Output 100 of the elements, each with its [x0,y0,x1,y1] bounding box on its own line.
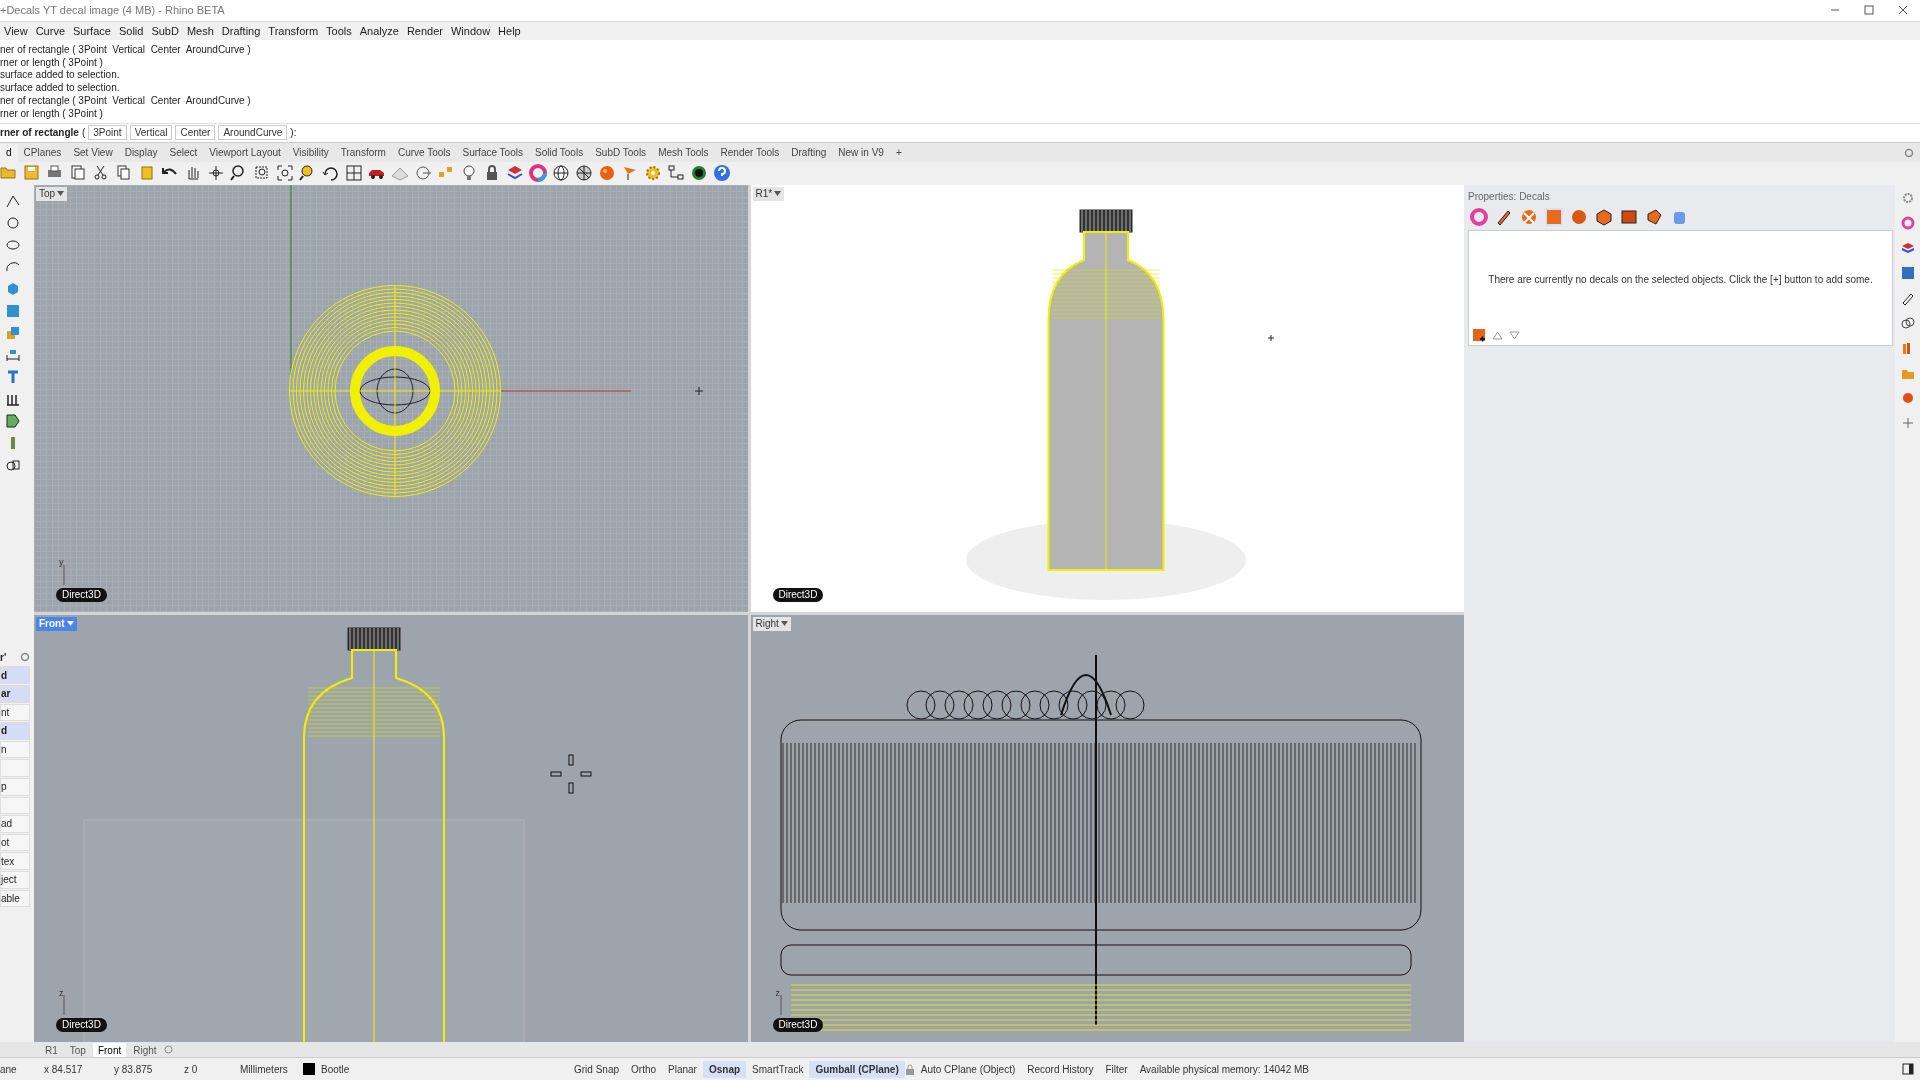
dropdown-arrow-icon[interactable] [57,191,65,196]
hierarchy-icon[interactable] [667,164,685,183]
maximize-icon[interactable] [1864,5,1874,16]
toolbar-tab[interactable]: Mesh Tools [652,143,715,162]
panel-button[interactable]: d [0,666,30,684]
menu-item[interactable]: Curve [31,22,69,40]
toolbar-tab[interactable]: d [0,143,18,162]
help-icon[interactable] [713,164,731,183]
status-toggle[interactable]: Ortho [625,1060,663,1078]
toolbar-tab[interactable]: Set View [67,143,119,162]
viewport-grid-icon[interactable] [345,164,363,183]
toolbar-tab[interactable]: Viewport Layout [203,143,287,162]
panel-toggle-icon[interactable] [1902,1063,1914,1076]
menu-item[interactable]: Transform [264,22,323,40]
render-icon[interactable] [1900,390,1915,405]
viewport-label[interactable]: Top [36,186,68,201]
shapes-icon[interactable] [1900,315,1915,330]
copy-icon[interactable] [115,164,133,183]
checker-icon[interactable] [1520,207,1538,226]
menu-item[interactable]: Help [494,22,525,40]
status-toggle[interactable]: Planar [662,1060,703,1078]
viewport[interactable]: Front z Direct3D [34,614,748,1043]
viewport[interactable]: R1* Direct3D [750,184,1464,612]
color-wheel-icon[interactable] [529,164,547,183]
move-down-icon[interactable] [1509,330,1520,340]
panel-button[interactable]: ar [0,685,30,703]
dropdown-arrow-icon[interactable] [774,191,782,196]
save-icon[interactable] [23,164,41,183]
viewport-tab[interactable]: Right [128,1042,162,1057]
rotate-view-icon[interactable] [322,164,340,183]
panel-button[interactable]: ot [0,833,30,852]
viewport-tab[interactable]: R1 [40,1042,63,1057]
toolbar-tab[interactable]: Solid Tools [528,143,590,162]
color-wheel-icon[interactable] [1900,215,1915,230]
panel-button[interactable]: n [0,740,30,759]
sphere-wire-icon[interactable] [552,164,570,183]
menu-item[interactable]: Mesh [182,22,218,40]
viewport-tab[interactable]: Top [64,1042,91,1057]
panel-button[interactable]: d [0,722,30,740]
dropdown-arrow-icon[interactable] [780,621,788,627]
add-decal-icon[interactable] [1473,328,1486,342]
move-arrows-icon[interactable] [207,164,225,183]
render-sphere-icon[interactable] [598,164,616,183]
light-bulb-icon[interactable] [460,164,478,183]
menu-item[interactable]: Render [402,22,447,40]
scissors-icon[interactable] [92,164,110,183]
cube-icon[interactable] [1595,207,1613,226]
box-icon[interactable] [5,280,21,297]
settings-icon[interactable] [1904,147,1914,158]
surface-icon[interactable] [5,302,21,319]
target-icon[interactable] [414,164,432,183]
panel-button[interactable]: ad [0,815,30,833]
panel-button[interactable]: able [0,889,30,908]
panel-button[interactable]: p [0,777,30,796]
globe-icon[interactable] [690,164,708,183]
menu-item[interactable]: Drafting [217,22,265,40]
copy-page-icon[interactable] [69,164,87,183]
viewport-label[interactable]: Right [752,616,791,631]
transform-icon[interactable] [5,412,21,429]
layers-icon[interactable] [1900,240,1915,255]
toolbar-tab[interactable]: SubD Tools [589,143,653,162]
settings-icon[interactable] [20,652,30,663]
status-toggle[interactable]: Gumball (CPlane) [809,1060,905,1078]
toolbar-tab[interactable]: Display [118,143,164,162]
panel-button[interactable]: ject [0,870,30,889]
toolbar-tab[interactable]: Visibility [286,143,335,162]
text-icon[interactable] [5,368,21,385]
viewport[interactable]: Top y Direct3D [34,184,748,612]
panel-button[interactable]: tex [0,852,30,870]
toolbar-tab[interactable]: Surface Tools [456,143,529,162]
gear-icon[interactable] [644,164,662,183]
option-button[interactable]: AroundCurve [218,125,288,141]
viewport-label[interactable]: Front [36,616,77,631]
dropdown-arrow-icon[interactable] [66,621,74,627]
toolbar-tab[interactable]: Render Tools [714,143,786,162]
toolbar-tab[interactable]: Select [163,143,204,162]
zoom-extents-icon[interactable] [276,164,294,183]
help-window-icon[interactable] [1900,265,1915,280]
mesh-sphere-icon[interactable] [575,164,593,183]
status-toggle[interactable]: Osnap [702,1060,747,1078]
viewport[interactable]: Right z Direct3D [750,614,1464,1043]
panel-button[interactable]: nt [0,703,30,722]
menu-item[interactable]: Solid [114,22,148,40]
toolbar-tab[interactable]: New in V9 [832,143,890,162]
status-toggle[interactable]: Filter [1099,1060,1134,1078]
circle-icon[interactable] [5,214,21,231]
option-button[interactable]: 3Point [88,125,127,141]
status-toggle[interactable]: Auto CPlane (Object) [914,1060,1022,1078]
menu-item[interactable]: Window [447,22,495,40]
solid-icon[interactable] [5,324,21,341]
shape-icon[interactable] [1645,207,1663,226]
menu-item[interactable]: Tools [322,22,356,40]
toolbar-tab[interactable]: + [889,143,908,162]
layer-name[interactable]: Bootle [321,1061,460,1077]
viewport-label[interactable]: R1* [752,186,785,201]
viewport-tab[interactable]: Front [92,1042,127,1057]
toolbar-tab[interactable]: CPlanes [17,143,68,162]
panel-icon[interactable] [1620,207,1638,226]
sphere-icon[interactable] [1570,207,1588,226]
clipboard-icon[interactable] [138,164,156,183]
